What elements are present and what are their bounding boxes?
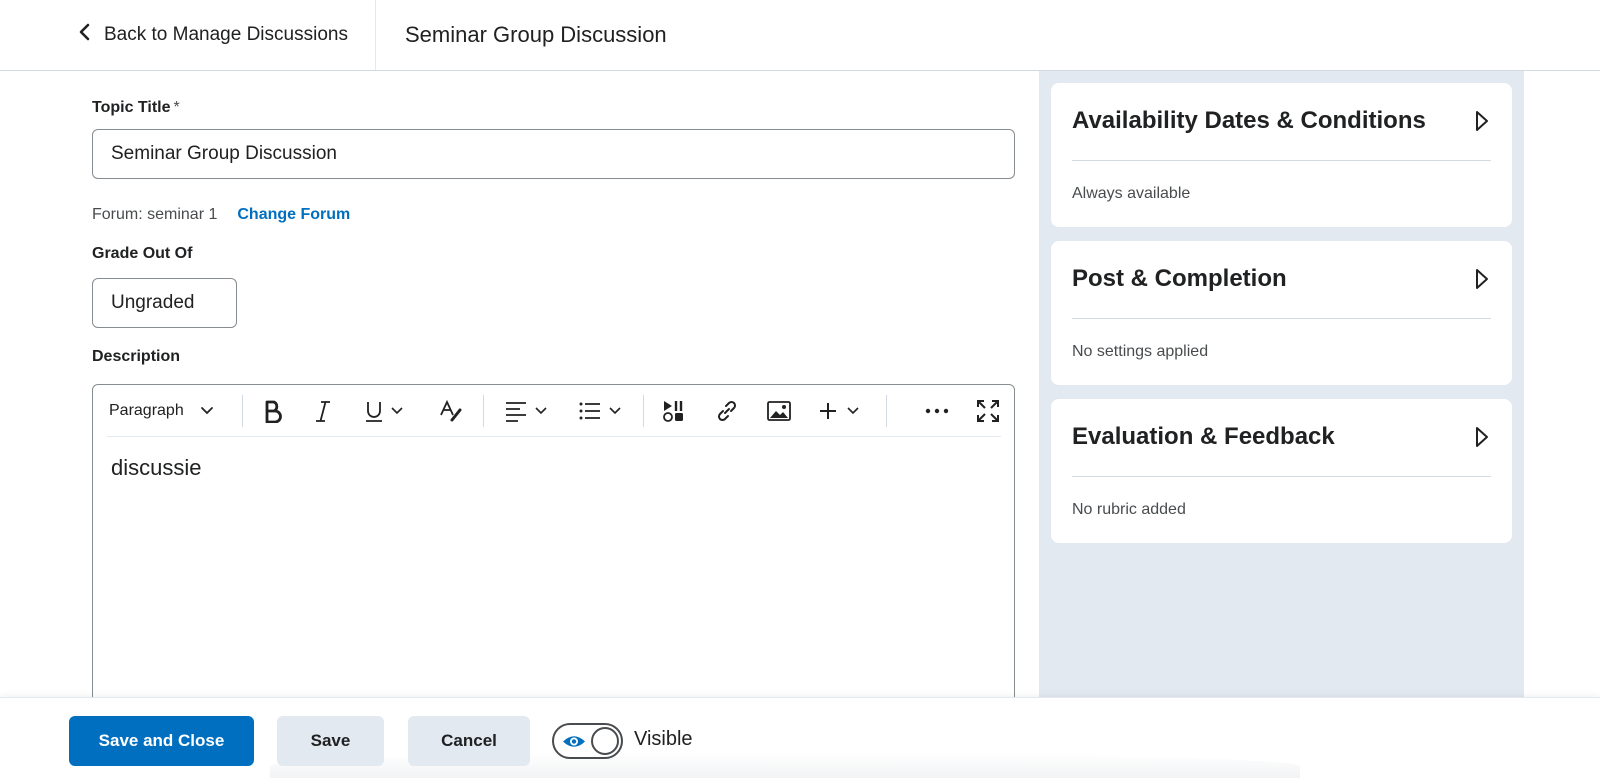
card-title: Availability Dates & Conditions (1072, 107, 1426, 134)
eye-icon (562, 734, 586, 754)
header-divider (375, 0, 376, 70)
forum-name: Forum: seminar 1 (92, 206, 218, 223)
card-summary: No rubric added (1072, 501, 1186, 518)
visibility-label: Visible (634, 728, 693, 750)
align-left-icon (505, 400, 527, 422)
toolbar-separator (643, 395, 644, 427)
description-editor: Paragraph discussie (92, 384, 1015, 704)
chevron-left-icon (78, 23, 92, 47)
topic-form: Topic Title * Seminar Group Discussion Fo… (0, 71, 1040, 704)
card-title: Post & Completion (1072, 265, 1287, 292)
save-and-close-button[interactable]: Save and Close (69, 716, 254, 766)
italic-icon (313, 399, 333, 423)
topic-title-label: Topic Title * (92, 99, 180, 116)
toolbar-separator (886, 395, 887, 427)
underline-icon (363, 399, 385, 423)
page-title: Seminar Group Discussion (405, 22, 667, 47)
chevron-down-icon (609, 407, 621, 415)
description-label: Description (92, 348, 181, 365)
post-completion-card[interactable]: Post & Completion No settings applied (1051, 241, 1512, 385)
editor-toolbar: Paragraph (107, 385, 1001, 437)
card-divider (1072, 476, 1491, 477)
bold-button[interactable] (262, 396, 284, 426)
fullscreen-button[interactable] (977, 396, 999, 426)
save-button[interactable]: Save (277, 716, 384, 766)
fullscreen-icon (977, 400, 999, 422)
settings-sidebar: Availability Dates & Conditions Always a… (1039, 71, 1524, 697)
grade-out-of-input[interactable]: Ungraded (92, 278, 237, 328)
evaluation-feedback-card[interactable]: Evaluation & Feedback No rubric added (1051, 399, 1512, 543)
chevron-down-icon (847, 407, 859, 415)
bold-icon (262, 399, 284, 423)
toolbar-separator (483, 395, 484, 427)
chevron-down-icon (391, 407, 403, 415)
card-divider (1072, 318, 1491, 319)
chevron-down-icon (200, 406, 214, 416)
more-icon (925, 408, 949, 414)
list-icon (579, 400, 601, 422)
text-style-button[interactable] (439, 396, 463, 426)
plus-icon (819, 402, 837, 420)
card-summary: Always available (1072, 185, 1191, 202)
link-icon (715, 399, 739, 423)
topic-title-input[interactable]: Seminar Group Discussion (92, 129, 1015, 179)
card-summary: No settings applied (1072, 343, 1209, 360)
text-style-icon (439, 399, 463, 423)
card-divider (1072, 160, 1491, 161)
block-format-select[interactable]: Paragraph (109, 396, 214, 426)
block-format-label: Paragraph (109, 402, 184, 419)
availability-card[interactable]: Availability Dates & Conditions Always a… (1051, 83, 1512, 227)
insert-stuff-button[interactable] (819, 396, 859, 426)
back-to-manage-discussions-link[interactable]: Back to Manage Discussions (78, 20, 348, 50)
media-icon (663, 399, 685, 423)
caret-right-icon[interactable] (1474, 425, 1490, 449)
insert-image-button[interactable] (767, 396, 791, 426)
page-header: Back to Manage Discussions Seminar Group… (0, 0, 1600, 71)
action-footer: Save and Close Save Cancel Visible (0, 697, 1600, 778)
insert-link-button[interactable] (715, 396, 739, 426)
visibility-toggle[interactable] (552, 723, 623, 759)
editor-content[interactable]: discussie (111, 455, 201, 481)
change-forum-link[interactable]: Change Forum (237, 206, 350, 224)
grade-out-of-label: Grade Out Of (92, 245, 193, 262)
underline-button[interactable] (363, 396, 403, 426)
required-marker: * (173, 99, 180, 116)
chevron-down-icon (535, 407, 547, 415)
forum-row: Forum: seminar 1 Change Forum (92, 206, 350, 224)
italic-button[interactable] (313, 396, 333, 426)
toggle-knob (591, 727, 619, 755)
cancel-button[interactable]: Cancel (408, 716, 530, 766)
align-button[interactable] (505, 396, 547, 426)
caret-right-icon[interactable] (1474, 267, 1490, 291)
list-button[interactable] (579, 396, 621, 426)
card-title: Evaluation & Feedback (1072, 423, 1335, 450)
caret-right-icon[interactable] (1474, 109, 1490, 133)
image-icon (767, 401, 791, 421)
more-actions-button[interactable] (925, 396, 949, 426)
back-link-label: Back to Manage Discussions (104, 24, 348, 45)
insert-media-button[interactable] (663, 396, 685, 426)
toolbar-separator (242, 395, 243, 427)
